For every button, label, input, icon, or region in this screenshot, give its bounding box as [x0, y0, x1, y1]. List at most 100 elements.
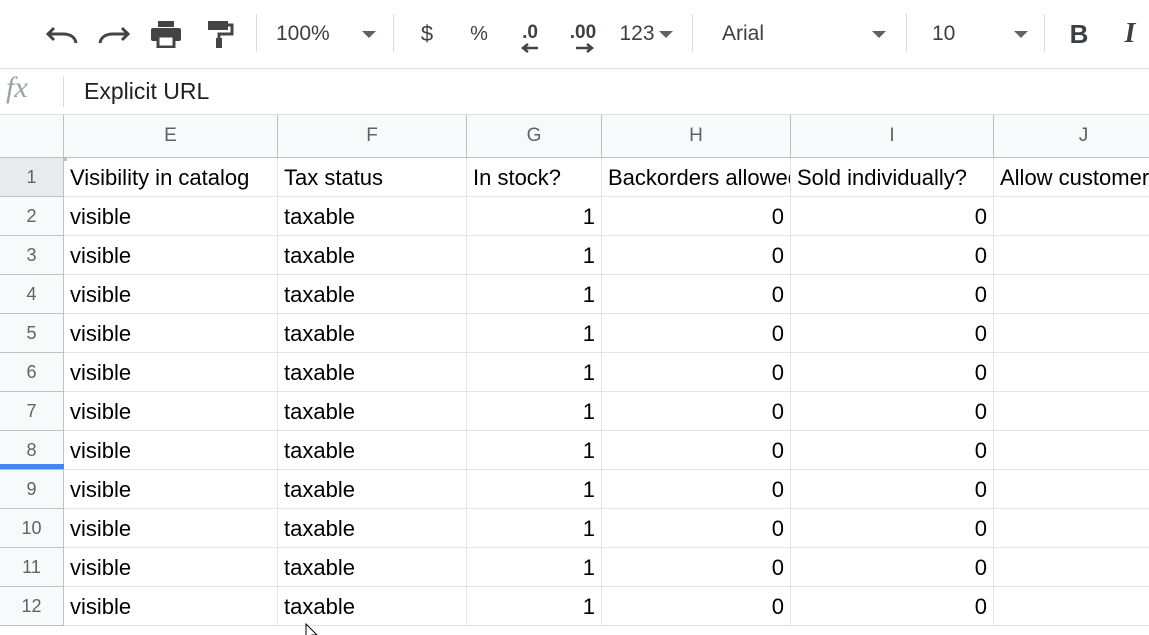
row-header[interactable]: 3 [0, 236, 64, 275]
table-cell[interactable]: taxable [278, 353, 467, 392]
header-cell[interactable]: Visibility in catalog [64, 158, 278, 197]
table-cell[interactable]: 0 [602, 275, 791, 314]
table-cell[interactable]: 0 [791, 470, 994, 509]
table-cell[interactable]: taxable [278, 548, 467, 587]
table-cell[interactable]: 0 [602, 431, 791, 470]
more-formats-button[interactable]: 123 [614, 0, 678, 68]
undo-button[interactable] [44, 0, 80, 68]
print-button[interactable] [148, 0, 184, 68]
table-cell[interactable]: 0 [791, 431, 994, 470]
header-cell[interactable]: Sold individually? [791, 158, 994, 197]
column-header[interactable]: H [602, 115, 791, 158]
table-cell[interactable]: 0 [791, 236, 994, 275]
redo-button[interactable] [96, 0, 132, 68]
table-cell[interactable]: taxable [278, 236, 467, 275]
table-cell[interactable]: 1 [467, 392, 602, 431]
select-all-corner[interactable] [0, 115, 67, 161]
table-cell[interactable]: visible [64, 275, 278, 314]
table-cell[interactable] [994, 197, 1149, 236]
paint-format-button[interactable] [202, 0, 238, 68]
table-cell[interactable] [994, 353, 1149, 392]
table-cell[interactable]: 0 [602, 314, 791, 353]
table-cell[interactable]: 0 [791, 587, 994, 626]
table-cell[interactable] [994, 314, 1149, 353]
table-cell[interactable]: 0 [602, 509, 791, 548]
table-cell[interactable]: 0 [602, 587, 791, 626]
table-cell[interactable]: 1 [467, 236, 602, 275]
decrease-decimal-button[interactable]: .0 [512, 0, 548, 68]
table-cell[interactable] [994, 392, 1149, 431]
table-cell[interactable]: 0 [791, 548, 994, 587]
table-cell[interactable]: visible [64, 353, 278, 392]
header-cell[interactable]: Tax status [278, 158, 467, 197]
table-cell[interactable]: 0 [791, 275, 994, 314]
table-cell[interactable]: 1 [467, 509, 602, 548]
table-cell[interactable]: 1 [467, 197, 602, 236]
table-cell[interactable]: visible [64, 236, 278, 275]
table-cell[interactable]: taxable [278, 314, 467, 353]
table-cell[interactable]: taxable [278, 470, 467, 509]
table-cell[interactable]: 1 [467, 314, 602, 353]
table-cell[interactable]: 0 [791, 314, 994, 353]
header-cell[interactable]: In stock? [467, 158, 602, 197]
table-cell[interactable]: 0 [602, 197, 791, 236]
zoom-select[interactable]: 100% [270, 0, 382, 68]
table-cell[interactable]: 1 [467, 275, 602, 314]
row-header[interactable]: 4 [0, 275, 64, 314]
increase-decimal-button[interactable]: .00 [563, 0, 603, 68]
table-cell[interactable]: 1 [467, 470, 602, 509]
table-cell[interactable]: 0 [602, 236, 791, 275]
table-cell[interactable] [994, 431, 1149, 470]
table-cell[interactable]: 0 [791, 353, 994, 392]
row-resize-indicator[interactable] [0, 464, 64, 469]
table-cell[interactable]: visible [64, 314, 278, 353]
table-cell[interactable]: visible [64, 431, 278, 470]
header-cell[interactable]: Allow customer reviews? [994, 158, 1149, 197]
table-cell[interactable] [994, 587, 1149, 626]
table-cell[interactable]: 0 [602, 548, 791, 587]
table-cell[interactable]: visible [64, 587, 278, 626]
table-cell[interactable]: taxable [278, 509, 467, 548]
column-header[interactable]: I [791, 115, 994, 158]
column-header[interactable]: F [278, 115, 467, 158]
row-header[interactable]: 2 [0, 197, 64, 236]
font-size-select[interactable]: 10 [926, 0, 1034, 68]
table-cell[interactable]: 1 [467, 353, 602, 392]
format-percent-button[interactable]: % [462, 0, 496, 68]
table-cell[interactable]: 0 [791, 509, 994, 548]
table-cell[interactable] [994, 236, 1149, 275]
table-cell[interactable]: visible [64, 548, 278, 587]
table-cell[interactable]: 0 [791, 197, 994, 236]
formula-input[interactable]: Explicit URL [84, 78, 209, 105]
font-select[interactable]: Arial [716, 0, 892, 68]
table-cell[interactable]: 1 [467, 431, 602, 470]
row-header[interactable]: 9 [0, 470, 64, 509]
header-cell[interactable]: Backorders allowed? [602, 158, 791, 197]
table-cell[interactable]: taxable [278, 275, 467, 314]
table-cell[interactable]: visible [64, 470, 278, 509]
column-header[interactable]: J [994, 115, 1149, 158]
table-cell[interactable]: taxable [278, 431, 467, 470]
table-cell[interactable]: 1 [467, 548, 602, 587]
table-cell[interactable]: 0 [602, 470, 791, 509]
column-header[interactable]: G [467, 115, 602, 158]
column-header[interactable]: E [64, 115, 278, 158]
table-cell[interactable]: 0 [602, 353, 791, 392]
row-header[interactable]: 12 [0, 587, 64, 626]
table-cell[interactable] [994, 470, 1149, 509]
table-cell[interactable]: visible [64, 509, 278, 548]
row-header[interactable]: 1 [0, 158, 64, 197]
table-cell[interactable]: 1 [467, 587, 602, 626]
row-header[interactable]: 6 [0, 353, 64, 392]
row-header[interactable]: 10 [0, 509, 64, 548]
table-cell[interactable]: taxable [278, 392, 467, 431]
row-header[interactable]: 5 [0, 314, 64, 353]
table-cell[interactable] [994, 509, 1149, 548]
table-cell[interactable]: visible [64, 392, 278, 431]
table-cell[interactable]: taxable [278, 197, 467, 236]
bold-button[interactable]: B [1062, 0, 1096, 68]
format-currency-button[interactable]: $ [410, 0, 444, 68]
row-header[interactable]: 7 [0, 392, 64, 431]
row-header[interactable]: 11 [0, 548, 64, 587]
table-cell[interactable]: 0 [791, 392, 994, 431]
